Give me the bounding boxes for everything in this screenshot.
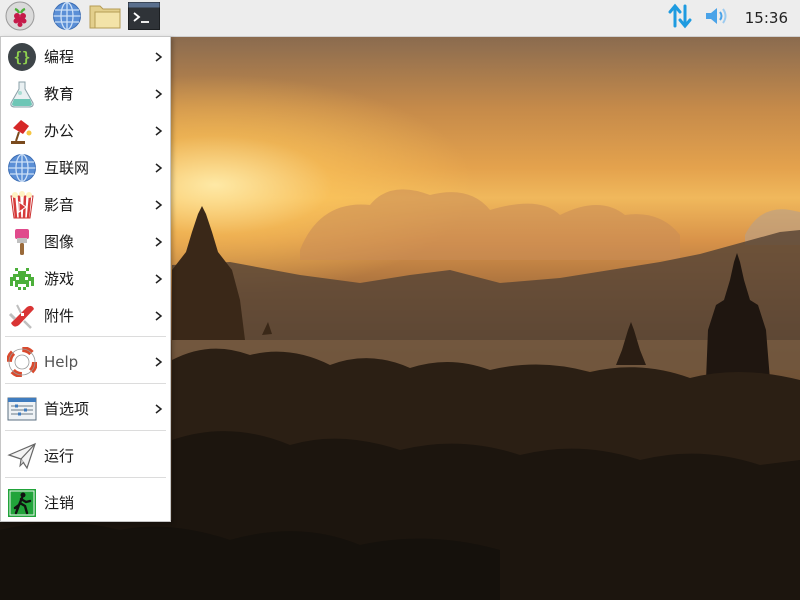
- menu-item-label: 互联网: [44, 159, 90, 177]
- chevron-right-icon: [152, 51, 166, 62]
- chevron-right-icon: [152, 273, 166, 284]
- menu-separator: [5, 477, 166, 478]
- chevron-right-icon: [152, 236, 166, 247]
- speaker-icon: [702, 2, 730, 34]
- terminal-button[interactable]: [128, 2, 160, 34]
- raspberry-menu-button[interactable]: [4, 1, 36, 35]
- menu-item-programming[interactable]: {} 编程: [1, 38, 170, 75]
- clock[interactable]: 15:36: [745, 0, 788, 36]
- top-panel: 15:36: [0, 0, 800, 37]
- menu-item-label: 图像: [44, 233, 75, 251]
- globe-icon: [52, 1, 82, 35]
- office-icon: [6, 115, 38, 147]
- help-icon: [6, 346, 38, 378]
- menu-item-label: Help: [44, 352, 79, 371]
- volume-button[interactable]: [700, 2, 732, 34]
- internet-icon: [6, 152, 38, 184]
- preferences-icon: [6, 393, 38, 425]
- menu-item-label: 运行: [44, 447, 75, 465]
- menu-item-label: 教育: [44, 85, 75, 103]
- folder-icon: [89, 2, 121, 34]
- games-icon: [6, 263, 38, 295]
- accessories-icon: [6, 300, 38, 332]
- menu-item-label: 附件: [44, 307, 75, 325]
- chevron-right-icon: [152, 199, 166, 210]
- file-manager-button[interactable]: [89, 2, 121, 34]
- menu-item-label: 注销: [44, 494, 75, 512]
- menu-item-office[interactable]: 办公: [1, 112, 170, 149]
- menu-separator: [5, 336, 166, 337]
- menu-item-internet[interactable]: 互联网: [1, 149, 170, 186]
- application-menu: {} 编程 教育 办公 互联网 影音 图像 游戏 附件 Help 首选项 运行 …: [0, 36, 171, 522]
- menu-item-education[interactable]: 教育: [1, 75, 170, 112]
- menu-item-preferences[interactable]: 首选项: [1, 390, 170, 427]
- web-browser-button[interactable]: [51, 1, 83, 35]
- chevron-right-icon: [152, 356, 166, 367]
- menu-item-graphics[interactable]: 图像: [1, 223, 170, 260]
- menu-item-logout[interactable]: 注销: [1, 484, 170, 521]
- education-icon: [6, 78, 38, 110]
- menu-item-accessories[interactable]: 附件: [1, 297, 170, 334]
- svg-text:{}: {}: [14, 50, 31, 66]
- menu-item-label: 首选项: [44, 400, 90, 418]
- run-icon: [6, 440, 38, 472]
- chevron-right-icon: [152, 162, 166, 173]
- menu-separator: [5, 383, 166, 384]
- menu-item-label: 编程: [44, 48, 75, 66]
- chevron-right-icon: [152, 310, 166, 321]
- chevron-right-icon: [152, 125, 166, 136]
- programming-icon: {}: [6, 41, 38, 73]
- menu-item-label: 游戏: [44, 270, 75, 288]
- graphics-icon: [6, 226, 38, 258]
- terminal-icon: [128, 2, 160, 34]
- menu-item-help[interactable]: Help: [1, 343, 170, 380]
- menu-item-label: 办公: [44, 122, 75, 140]
- menu-item-label: 影音: [44, 196, 75, 214]
- network-status-button[interactable]: [664, 2, 696, 34]
- menu-item-run[interactable]: 运行: [1, 437, 170, 474]
- menu-item-sound-video[interactable]: 影音: [1, 186, 170, 223]
- sound-video-icon: [6, 189, 38, 221]
- menu-separator: [5, 430, 166, 431]
- logout-icon: [6, 487, 38, 519]
- menu-item-games[interactable]: 游戏: [1, 260, 170, 297]
- chevron-right-icon: [152, 88, 166, 99]
- raspberry-icon: [5, 1, 35, 35]
- network-arrows-icon: [666, 2, 694, 34]
- chevron-right-icon: [152, 403, 166, 414]
